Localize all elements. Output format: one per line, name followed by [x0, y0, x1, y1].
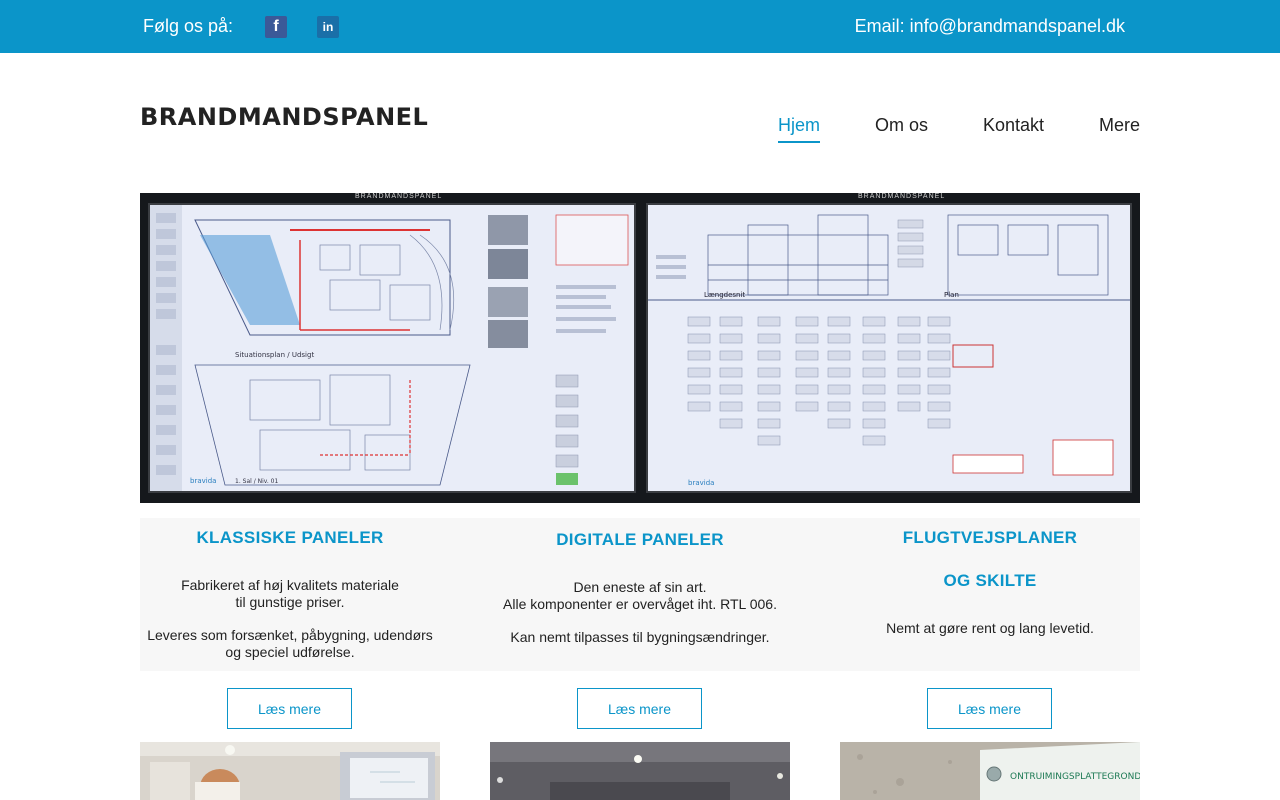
- feature-title: DIGITALE PANELER: [556, 530, 724, 549]
- follow-us-label: Følg os på:: [143, 16, 234, 36]
- feature-title-line2: OG SKILTE: [943, 571, 1037, 590]
- feature-flugtvejsplaner: FLUGTVEJSPLANER OG SKILTE Nemt at gøre r…: [840, 518, 1140, 637]
- features-section: KLASSISKE PANELER Fabrikeret af høj kval…: [140, 518, 1140, 671]
- svg-text:1. Sal / Niv. 01: 1. Sal / Niv. 01: [235, 478, 278, 485]
- feature-digitale: DIGITALE PANELER Den eneste af sin art. …: [490, 518, 790, 646]
- feature-text: Fabrikeret af høj kvalitets materiale ti…: [147, 577, 433, 660]
- svg-text:Situationsplan / Udsigt: Situationsplan / Udsigt: [235, 351, 314, 359]
- hero-image: BRANDMANDSPANEL BRANDMANDSPANEL Situatio…: [140, 193, 1140, 503]
- right-diagram-drawing: Længdesnit Plan bravida: [648, 205, 1130, 491]
- sign-text: ONTRUIMINGSPLATTEGROND: [1010, 772, 1140, 782]
- right-panel-screen: Længdesnit Plan bravida: [646, 203, 1132, 493]
- svg-text:bravida: bravida: [190, 477, 216, 485]
- photo-evacuation-sign: ONTRUIMINGSPLATTEGROND: [840, 742, 1140, 800]
- read-more-button-digitale[interactable]: Læs mere: [577, 688, 702, 729]
- right-screen-title: BRANDMANDSPANEL: [858, 193, 946, 200]
- nav-item-hjem[interactable]: Hjem: [778, 115, 821, 143]
- left-panel-screen: Situationsplan / Udsigt bravida 1. Sal /…: [148, 203, 636, 493]
- linkedin-icon[interactable]: in: [317, 16, 339, 38]
- feature-text: Nemt at gøre rent og lang levetid.: [886, 620, 1094, 636]
- facebook-icon[interactable]: f: [265, 16, 287, 38]
- read-more-button-klassiske[interactable]: Læs mere: [227, 688, 352, 729]
- photo-classic-panel: [140, 742, 440, 800]
- svg-text:Længdesnit: Længdesnit: [704, 291, 745, 299]
- svg-text:Plan: Plan: [944, 291, 959, 299]
- nav-item-mere[interactable]: Mere: [1099, 115, 1140, 136]
- left-floorplan-drawing: Situationsplan / Udsigt bravida 1. Sal /…: [150, 205, 634, 491]
- read-more-button-flugtvejsplaner[interactable]: Læs mere: [927, 688, 1052, 729]
- nav-item-om-os[interactable]: Om os: [875, 115, 928, 136]
- svg-text:bravida: bravida: [688, 479, 714, 487]
- email-link[interactable]: Email: info@brandmandspanel.dk: [855, 16, 1125, 37]
- left-screen-title: BRANDMANDSPANEL: [355, 193, 443, 200]
- feature-klassiske: KLASSISKE PANELER Fabrikeret af høj kval…: [140, 518, 440, 661]
- feature-text: Den eneste af sin art. Alle komponenter …: [503, 579, 777, 645]
- feature-title: FLUGTVEJSPLANER: [902, 528, 1078, 547]
- main-nav: Hjem Om os Kontakt Mere: [0, 115, 1280, 145]
- feature-title: KLASSISKE PANELER: [196, 528, 384, 547]
- top-bar: Følg os på: f in Email: info@brandmandsp…: [0, 0, 1280, 53]
- photo-digital-panel: [490, 742, 790, 800]
- nav-item-kontakt[interactable]: Kontakt: [983, 115, 1044, 136]
